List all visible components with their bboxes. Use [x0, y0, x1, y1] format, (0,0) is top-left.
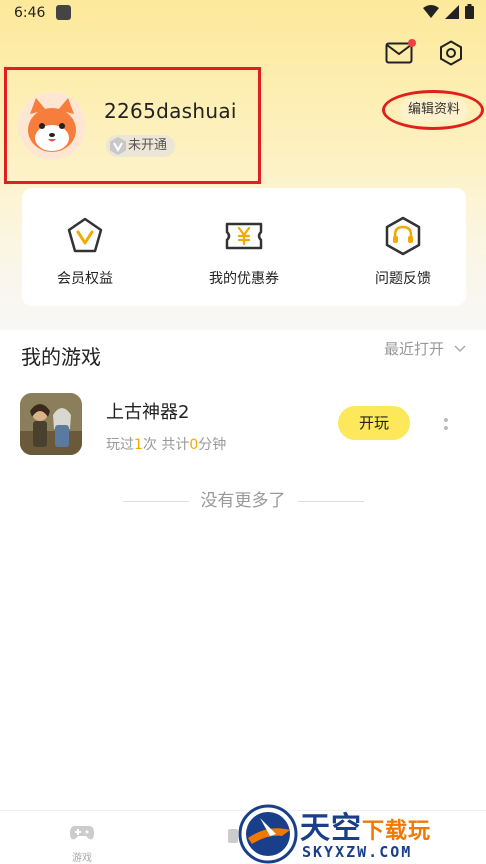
status-bar: 6:46	[0, 0, 486, 28]
headset-icon	[385, 216, 421, 256]
quick-action-feedback[interactable]: 问题反馈	[348, 216, 458, 288]
game-name: 上古神器2	[106, 402, 190, 423]
edit-profile-highlight-annotation	[382, 90, 484, 130]
divider-line	[122, 500, 189, 502]
quick-action-label: 我的优惠券	[209, 271, 279, 287]
gamepad-icon	[70, 826, 94, 840]
watermark-url: SKYXZW.COM	[302, 843, 413, 861]
vip-v-icon	[67, 217, 103, 253]
coupon-yen-icon	[225, 222, 263, 250]
divider-line	[297, 500, 364, 502]
game-list-item[interactable]: 上古神器2 玩过1次 共计0分钟 开玩	[0, 390, 486, 460]
quick-actions-card: 会员权益 我的优惠券 问题反馈	[22, 188, 466, 306]
watermark-title: 天空下载玩	[300, 811, 432, 846]
status-time: 6:46	[14, 5, 46, 21]
wifi-icon	[423, 4, 439, 18]
quick-action-label: 会员权益	[57, 271, 113, 287]
game-play-stats: 玩过1次 共计0分钟	[106, 437, 227, 453]
play-minutes: 0	[189, 437, 199, 453]
system-icons	[423, 4, 474, 19]
watermark-logo	[238, 804, 298, 864]
my-games-title: 我的游戏	[21, 345, 101, 369]
play-count: 1	[134, 437, 143, 453]
more-options-icon[interactable]	[442, 416, 450, 432]
play-button[interactable]: 开玩	[338, 406, 410, 440]
notification-app-icon	[56, 5, 71, 20]
list-end-indicator: 没有更多了	[0, 486, 486, 511]
signal-icon	[445, 4, 459, 19]
tab-games-label: 游戏	[72, 853, 92, 864]
unread-dot	[408, 39, 416, 47]
battery-icon	[465, 4, 474, 19]
game-icon[interactable]	[20, 393, 82, 455]
quick-action-my-coupons[interactable]: 我的优惠券	[189, 216, 299, 288]
chevron-down-icon	[454, 344, 466, 352]
quick-action-label: 问题反馈	[375, 271, 431, 287]
list-end-text: 没有更多了	[200, 491, 286, 511]
message-icon[interactable]	[384, 38, 416, 68]
quick-action-member-benefits[interactable]: 会员权益	[30, 216, 140, 288]
tab-games[interactable]: 游戏	[62, 823, 102, 864]
site-watermark: 天空下载玩 SKYXZW.COM	[238, 803, 486, 864]
settings-icon[interactable]	[436, 38, 466, 68]
profile-highlight-annotation	[4, 67, 261, 184]
header-actions	[384, 38, 466, 68]
sort-dropdown[interactable]: 最近打开	[384, 338, 466, 359]
sort-label: 最近打开	[383, 340, 444, 358]
